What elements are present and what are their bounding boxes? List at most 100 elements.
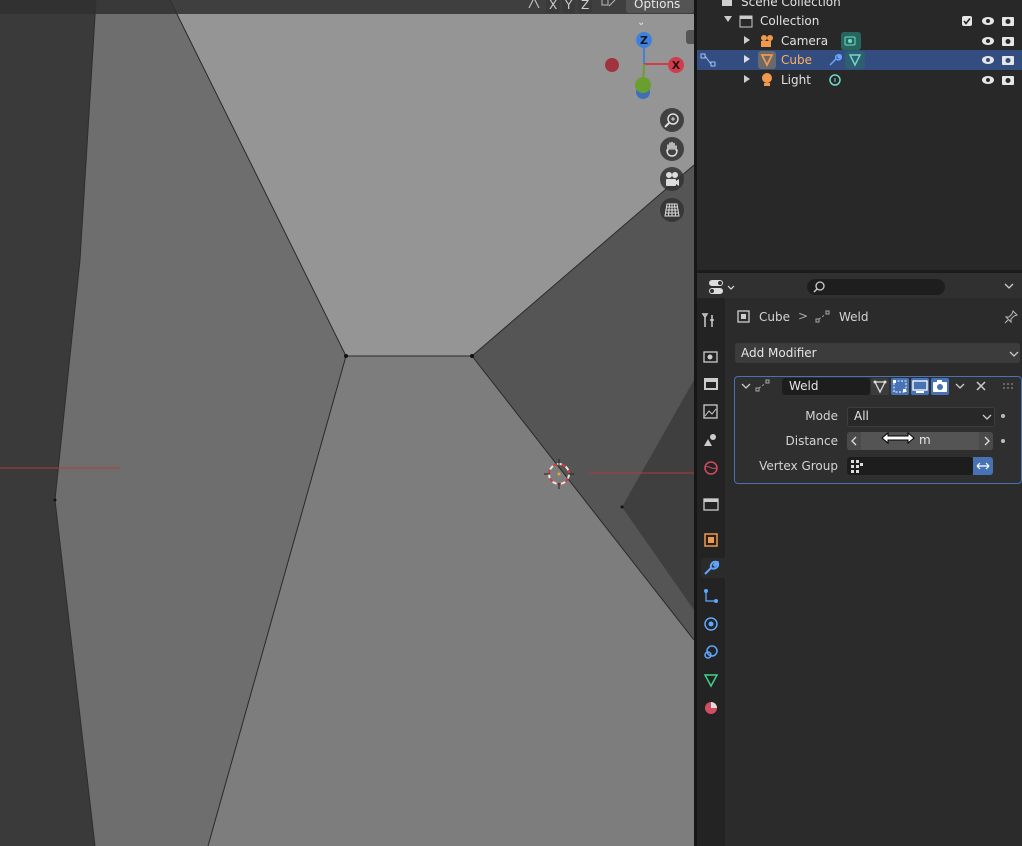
grid-icon [664,203,680,217]
outliner-item-label: Light [781,73,811,87]
keyframe-dot[interactable] [1001,439,1005,443]
chevron-down-icon[interactable] [1003,281,1015,291]
viewport-display-toggle[interactable] [911,378,929,395]
properties-search-input[interactable] [807,279,945,295]
3d-cursor-icon[interactable] [544,459,574,489]
add-modifier-dropdown[interactable]: Add Modifier [735,343,1020,363]
camera-view-button[interactable] [660,167,684,191]
particles-tab-icon[interactable] [701,586,721,606]
collection-label: Collection [760,14,820,28]
collection-icon [739,15,753,28]
render-tab-icon[interactable] [701,346,721,366]
view-layer-tab-icon[interactable] [701,402,721,422]
3d-viewport[interactable]: X Y Z Options ⌄ Z X [0,0,694,846]
perspective-toggle-button[interactable] [660,198,684,222]
eye-icon[interactable] [981,53,995,67]
breadcrumb-object: Cube [759,310,790,324]
eye-icon[interactable] [981,73,995,87]
render-camera-icon[interactable] [1001,34,1015,48]
outliner-row-collection[interactable]: Collection [697,11,1022,31]
outliner-row-camera[interactable]: Camera [697,31,1022,51]
expand-arrow-icon[interactable] [724,16,732,22]
sidebar-toggle[interactable] [686,30,694,44]
camera-icon [666,172,679,186]
expand-arrow-icon[interactable] [744,55,750,63]
vertex-group-icon [851,460,863,473]
pan-button[interactable] [660,137,684,161]
hand-icon [666,141,678,157]
output-tab-icon[interactable] [701,374,721,394]
outliner-row-light[interactable]: Light [697,70,1022,90]
eye-icon[interactable] [981,14,995,28]
mode-dropdown[interactable]: All [847,407,995,427]
collapse-chevron-icon[interactable] [740,381,752,391]
render-camera-icon[interactable] [1001,53,1015,67]
navigation-gizmo[interactable]: Z X [598,28,690,103]
constraints-tab-icon[interactable] [701,642,721,662]
weld-modifier-icon [815,310,830,323]
outliner-item-label: Cube [781,53,812,67]
mirror-axis-icon [528,0,540,9]
distance-slider[interactable]: m [847,432,993,450]
properties-header [697,272,1022,299]
options-dropdown[interactable]: Options ⌄ [626,0,694,28]
tool-tab-icon[interactable] [701,311,721,331]
render-camera-icon[interactable] [1001,73,1015,87]
collection-tab-icon[interactable] [701,494,721,514]
vertex-group-input[interactable] [847,457,973,475]
mode-label: Mode [805,409,838,423]
edit-mode-icon [893,380,907,393]
drag-handle-icon[interactable] [1002,382,1016,390]
axis-z-toggle[interactable]: Z [578,0,593,13]
modifier-tab[interactable] [701,558,725,578]
exclude-checkbox[interactable] [961,15,975,29]
light-data-icon[interactable] [827,72,843,88]
modifier-name-input[interactable]: Weld [782,378,870,395]
properties-tabs [697,298,725,846]
snap-icon[interactable] [600,0,618,12]
decrement-arrow-icon[interactable] [850,436,858,446]
axis-x-toggle[interactable]: X [546,0,561,13]
world-tab-icon[interactable] [701,458,721,478]
close-icon[interactable] [975,380,987,392]
editor-type-dropdown[interactable] [707,278,737,296]
chevron-down-icon[interactable] [954,381,966,391]
scene-collection-icon [722,0,732,6]
pin-icon[interactable] [1004,310,1018,324]
zoom-button[interactable] [660,108,684,132]
outliner: Scene Collection Collection Camera Cube … [697,0,1022,270]
increment-arrow-icon[interactable] [983,436,991,446]
options-label: Options [634,0,681,11]
gizmo-x-label: X [672,59,681,72]
object-icon [737,310,750,323]
expand-arrow-icon[interactable] [744,75,750,83]
invert-vertex-group-toggle[interactable] [973,457,993,475]
weld-modifier-icon [755,379,770,392]
wrench-icon [704,560,720,575]
render-camera-icon [933,380,947,392]
object-tab-icon[interactable] [701,530,721,550]
wrench-icon[interactable] [827,52,843,68]
object-data-tab-icon[interactable] [701,670,721,690]
keyframe-dot[interactable] [1001,414,1005,418]
breadcrumb-separator: > [798,309,809,323]
outliner-row-cube[interactable]: Cube [697,50,1022,70]
outliner-item-label: Camera [781,34,829,48]
scene-tab-icon[interactable] [701,430,721,450]
axis-y-toggle[interactable]: Y [562,0,576,13]
mode-value: All [854,409,869,423]
edit-mode-toggle[interactable] [891,378,909,395]
modifier-name-value: Weld [789,379,819,393]
material-tab-icon[interactable] [701,698,721,718]
camera-data-icon[interactable] [841,32,861,50]
on-cage-toggle[interactable] [871,378,889,395]
expand-arrow-icon[interactable] [744,36,750,44]
mesh-object-icon [758,51,776,69]
distance-value: m [919,433,931,447]
render-toggle[interactable] [931,378,949,395]
render-camera-icon[interactable] [1001,14,1015,28]
physics-tab-icon[interactable] [701,614,721,634]
chevron-down-icon [982,414,992,420]
eye-icon[interactable] [981,34,995,48]
mesh-data-icon[interactable] [845,51,865,69]
